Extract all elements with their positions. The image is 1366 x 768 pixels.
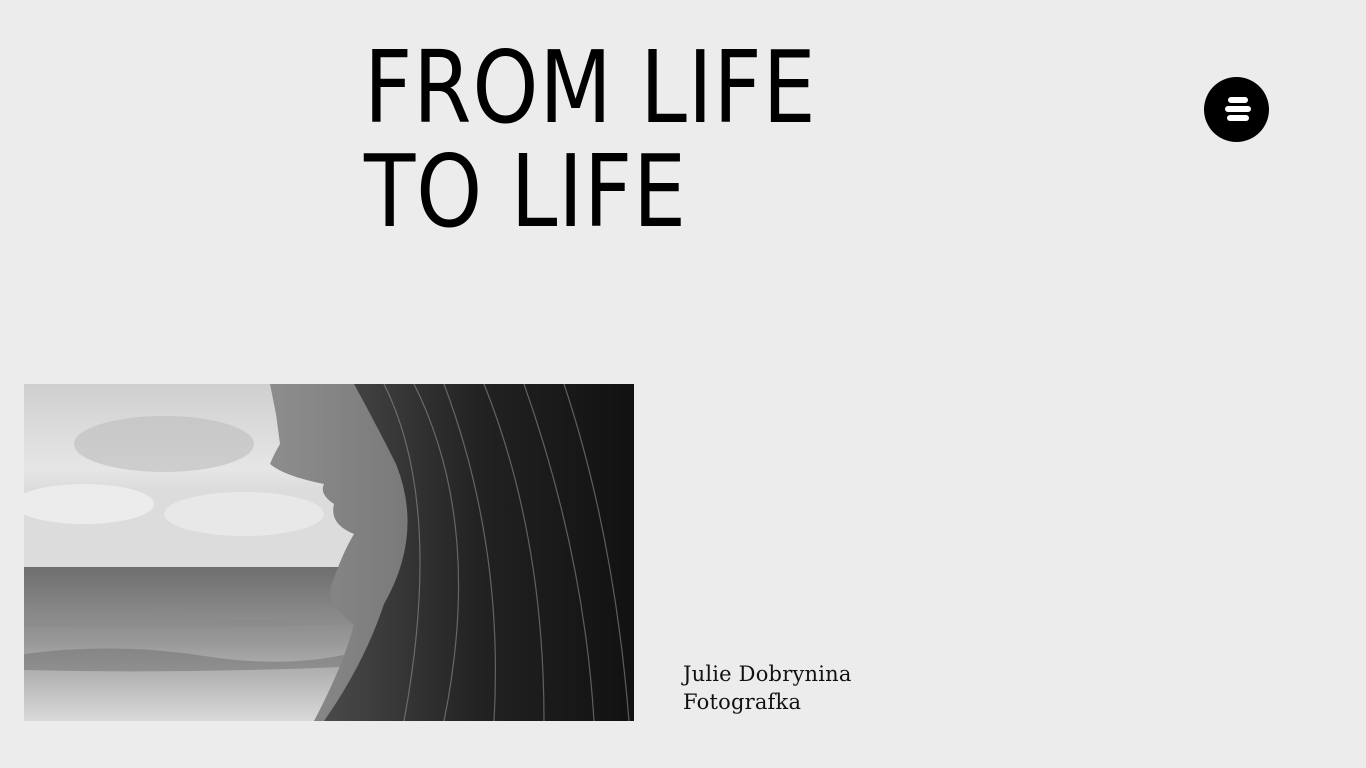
hero-title-line-1: FROM LIFE (364, 29, 817, 146)
hamburger-menu-icon-bar (1225, 106, 1251, 112)
hero-title: FROM LIFE TO LIFE (364, 36, 816, 244)
hamburger-menu-icon-bar (1227, 115, 1249, 121)
hamburger-menu-icon (1228, 97, 1248, 103)
photographer-role: Fotografka (683, 690, 802, 714)
portrait-photo (24, 384, 634, 721)
menu-button[interactable] (1204, 77, 1269, 142)
hero-title-line-2: TO LIFE (364, 133, 687, 250)
photographer-name: Julie Dobrynina (683, 662, 852, 686)
photographer-caption: Julie Dobrynina Fotografka (683, 660, 852, 716)
